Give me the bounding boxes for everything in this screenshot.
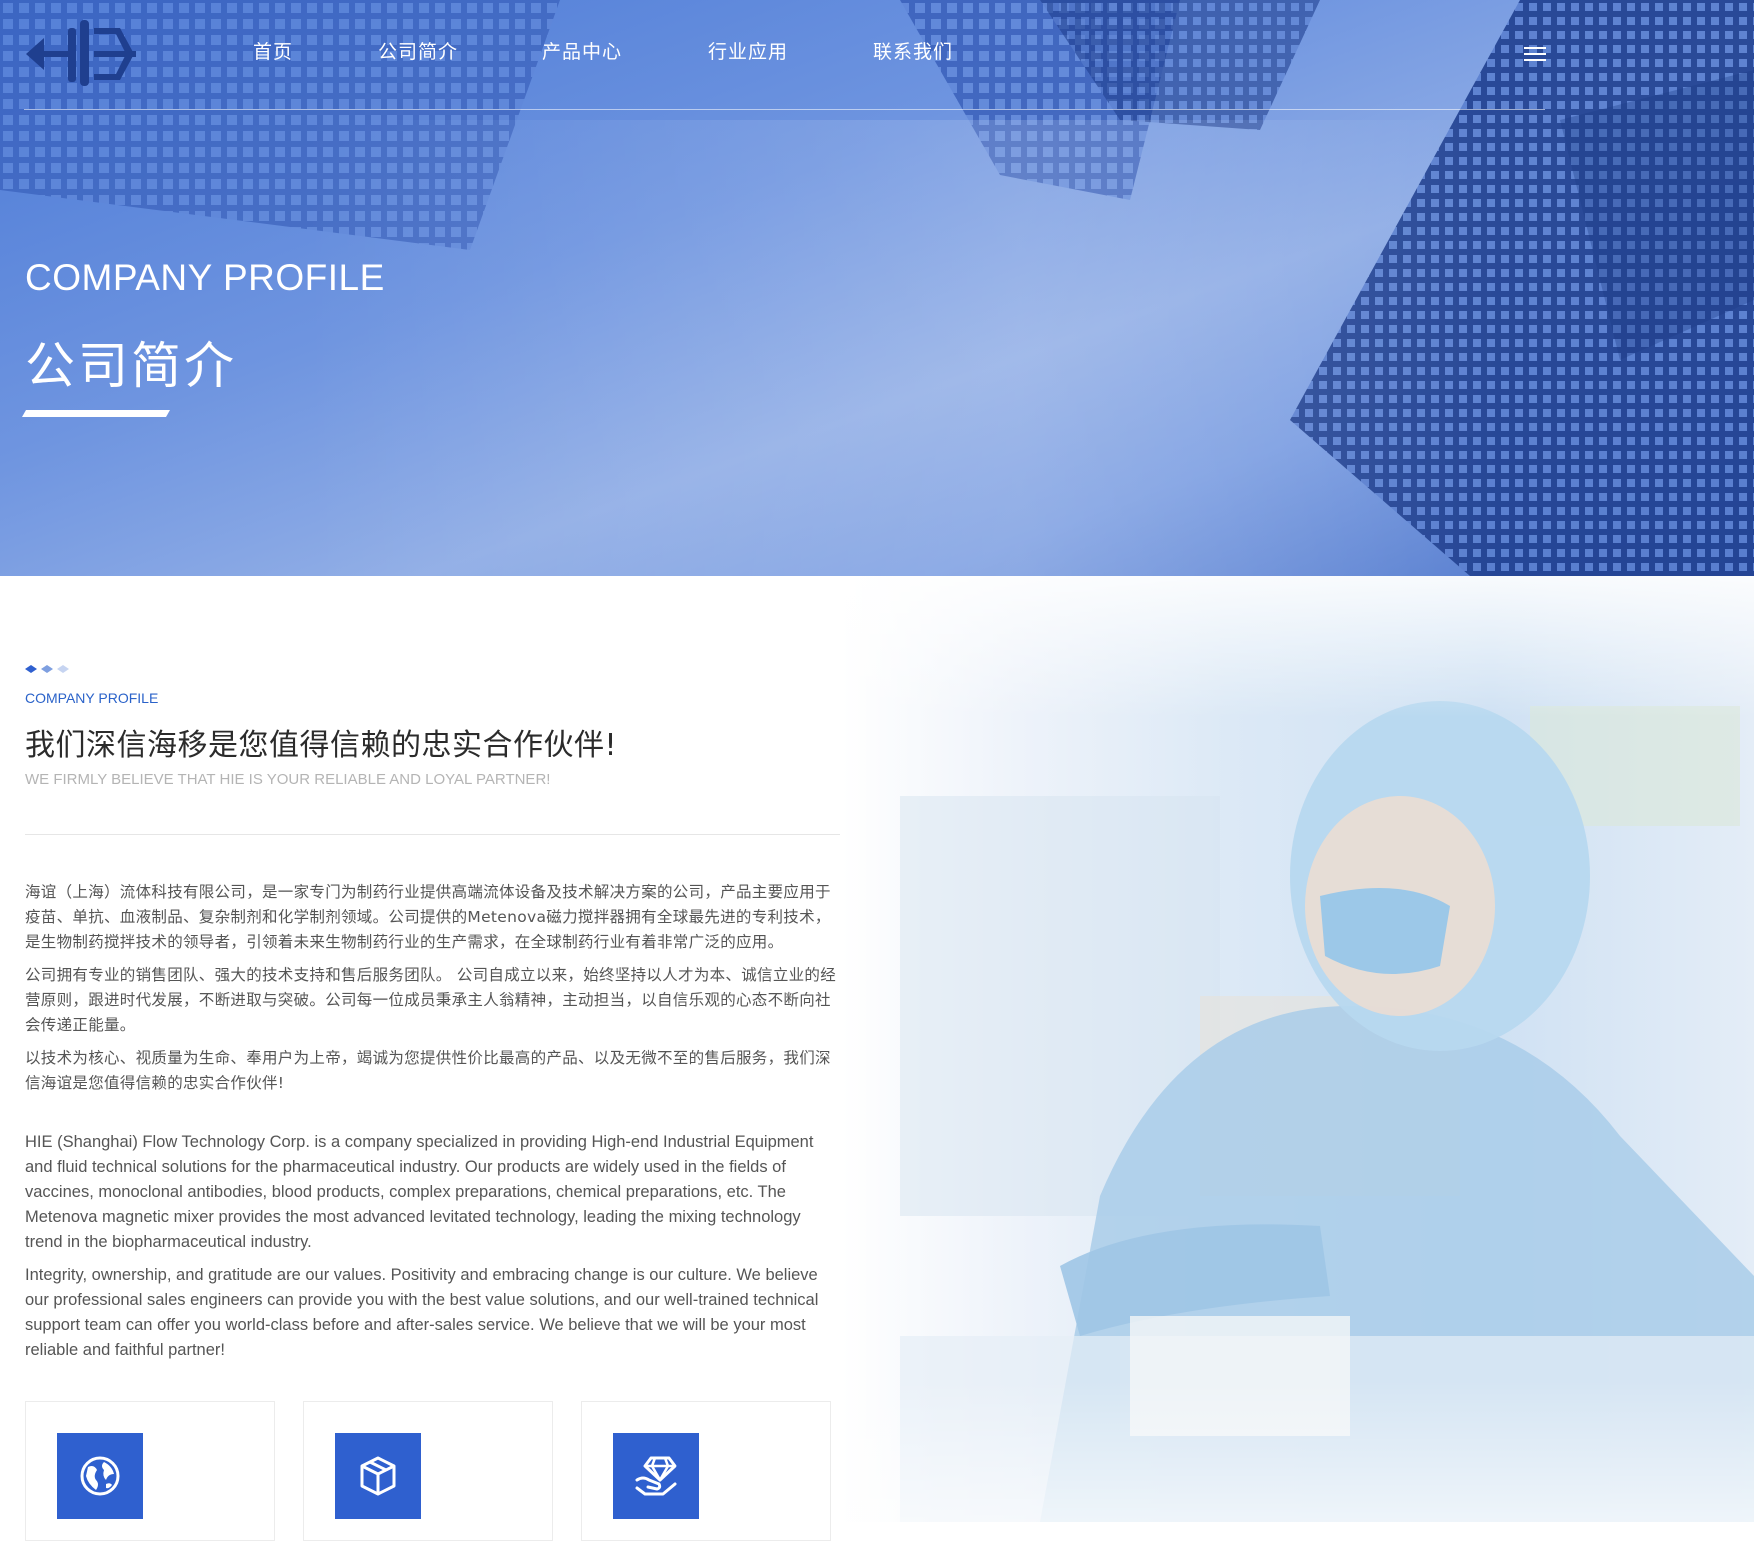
section-subtitle: WE FIRMLY BELIEVE THAT HIE IS YOUR RELIA… — [25, 771, 551, 788]
nav-item-home[interactable]: 首页 — [253, 38, 293, 66]
section-divider — [25, 834, 840, 835]
cube-icon — [335, 1433, 421, 1519]
section-title: 我们深信海移是您值得信赖的忠实合作伙伴! — [25, 728, 618, 763]
intro-paragraph-en-2: Integrity, ownership, and gratitude are … — [25, 1266, 819, 1359]
feature-card-products[interactable] — [303, 1401, 553, 1541]
hero-title-underline — [22, 410, 170, 417]
globe-icon — [57, 1433, 143, 1519]
intro-paragraph-cn-1: 海谊（上海）流体科技有限公司，是一家专门为制药行业提供高端流体设备及技术解决方案… — [25, 883, 831, 951]
hero-title-cn: 公司简介 — [25, 337, 237, 395]
intro-paragraph-cn-2: 公司拥有专业的销售团队、强大的技术支持和售后服务团队。 公司自成立以来，始终坚持… — [25, 966, 837, 1034]
header-divider — [24, 109, 1545, 110]
nav-item-company-profile[interactable]: 公司简介 — [378, 38, 458, 66]
hero-title-en: COMPANY PROFILE — [25, 257, 385, 298]
nav-item-products[interactable]: 产品中心 — [542, 38, 622, 66]
hero-banner: 首页 公司简介 产品中心 行业应用 联系我们 COMPANY PROFILE 公… — [0, 0, 1754, 576]
feature-card-service[interactable] — [581, 1401, 831, 1541]
section-decoration-dots — [25, 665, 69, 673]
feature-card-global[interactable] — [25, 1401, 275, 1541]
section-label: COMPANY PROFILE — [25, 690, 159, 706]
intro-paragraph-en-1: HIE (Shanghai) Flow Technology Corp. is … — [25, 1133, 814, 1251]
diamond-hand-icon — [613, 1433, 699, 1519]
intro-paragraph-cn-3: 以技术为核心、视质量为生命、奉用户为上帝，竭诚为您提供性价比最高的产品、以及无微… — [25, 1049, 831, 1092]
nav-item-contact-us[interactable]: 联系我们 — [873, 38, 953, 66]
hamburger-menu-icon[interactable] — [1524, 45, 1546, 63]
nav-item-industry-applications[interactable]: 行业应用 — [708, 38, 788, 66]
company-logo[interactable] — [24, 18, 136, 88]
